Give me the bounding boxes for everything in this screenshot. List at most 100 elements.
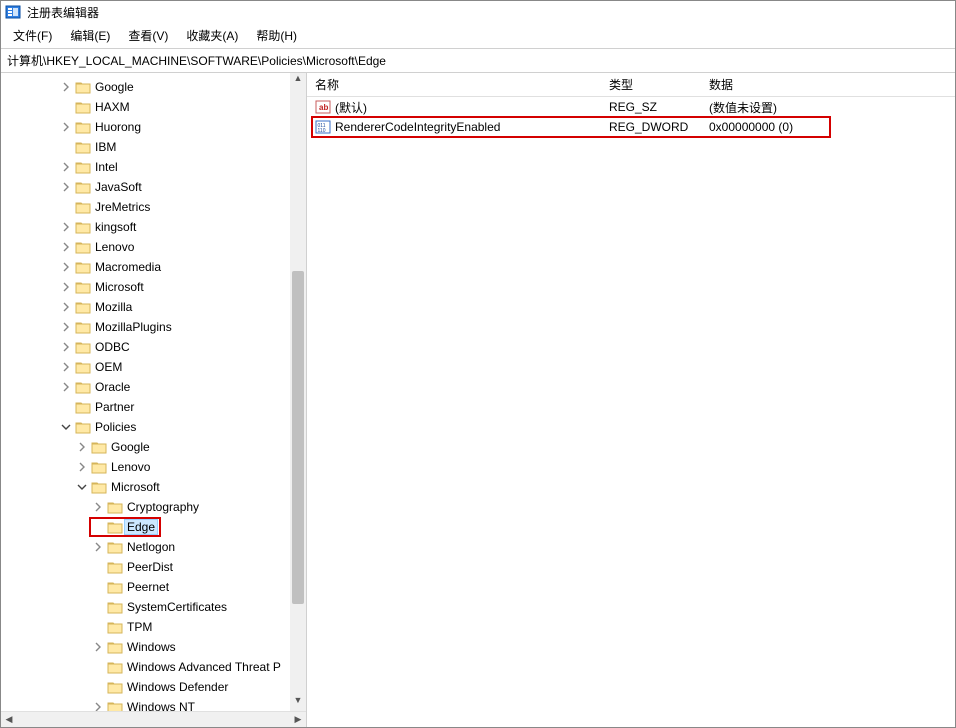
tree-item-label: TPM xyxy=(127,620,152,634)
tree-item[interactable]: Lenovo xyxy=(1,237,306,257)
menu-favorites[interactable]: 收藏夹(A) xyxy=(178,25,246,46)
tree-item[interactable]: MozillaPlugins xyxy=(1,317,306,337)
tree-item-label: Lenovo xyxy=(111,460,150,474)
chevron-right-icon[interactable] xyxy=(59,360,73,374)
tree-item-label: Oracle xyxy=(95,380,130,394)
chevron-right-icon[interactable] xyxy=(75,440,89,454)
tree-item[interactable]: Windows NT xyxy=(1,697,306,711)
tree-item[interactable]: HAXM xyxy=(1,97,306,117)
tree-item[interactable]: SystemCertificates xyxy=(1,597,306,617)
value-name: RendererCodeIntegrityEnabled xyxy=(335,120,500,134)
tree-item[interactable]: IBM xyxy=(1,137,306,157)
chevron-right-icon[interactable] xyxy=(59,320,73,334)
tree-item[interactable]: JavaSoft xyxy=(1,177,306,197)
tree-scroll: Google HAXM Huorong IBMIntelJavaSoftJreMetr… xyxy=(1,73,306,711)
scroll-right-arrow-icon[interactable]: ▶ xyxy=(290,714,306,725)
scroll-track[interactable] xyxy=(290,89,306,695)
tree-item[interactable]: Windows Defender xyxy=(1,677,306,697)
scroll-down-arrow-icon[interactable]: ▼ xyxy=(290,695,306,711)
tree-item-label: Google xyxy=(111,440,150,454)
tree-item-label: Macromedia xyxy=(95,260,161,274)
chevron-right-icon[interactable] xyxy=(75,460,89,474)
tree-item-label: Netlogon xyxy=(127,540,175,554)
chevron-right-icon[interactable] xyxy=(91,500,105,514)
column-header-type[interactable]: 类型 xyxy=(601,76,701,93)
tree-item-label: Google xyxy=(95,80,134,94)
scroll-left-arrow-icon[interactable]: ◀ xyxy=(1,714,17,725)
tree-item-label: Windows xyxy=(127,640,176,654)
value-row[interactable]: ab(默认)REG_SZ(数值未设置) xyxy=(307,97,955,117)
tree-item-label: Windows Advanced Threat P xyxy=(127,660,281,674)
tree-item-label: Huorong xyxy=(95,120,141,134)
chevron-right-icon[interactable] xyxy=(91,540,105,554)
tree-item-label: Mozilla xyxy=(95,300,132,314)
value-data: (数值未设置) xyxy=(701,99,955,116)
chevron-right-icon[interactable] xyxy=(59,180,73,194)
menu-edit[interactable]: 编辑(E) xyxy=(62,25,118,46)
column-header-data[interactable]: 数据 xyxy=(701,76,955,93)
scroll-thumb[interactable] xyxy=(292,271,304,604)
tree-item-label: ODBC xyxy=(95,340,130,354)
tree-item[interactable]: Huorong xyxy=(1,117,306,137)
tree-item[interactable]: Windows xyxy=(1,637,306,657)
scroll-up-arrow-icon[interactable]: ▲ xyxy=(290,73,306,89)
tree-item[interactable]: Cryptography xyxy=(1,497,306,517)
chevron-right-icon[interactable] xyxy=(91,640,105,654)
tree-item[interactable]: Peernet xyxy=(1,577,306,597)
chevron-right-icon[interactable] xyxy=(59,80,73,94)
tree-item[interactable]: Edge xyxy=(1,517,306,537)
chevron-right-icon[interactable] xyxy=(91,700,105,711)
menu-view[interactable]: 查看(V) xyxy=(120,25,176,46)
chevron-right-icon[interactable] xyxy=(59,280,73,294)
chevron-down-icon[interactable] xyxy=(59,420,73,434)
menu-help[interactable]: 帮助(H) xyxy=(248,25,305,46)
tree-item[interactable]: Mozilla xyxy=(1,297,306,317)
title-bar: 注册表编辑器 xyxy=(1,1,955,23)
address-bar[interactable]: 计算机\HKEY_LOCAL_MACHINE\SOFTWARE\Policies… xyxy=(1,48,955,73)
chevron-right-icon[interactable] xyxy=(59,260,73,274)
tree-item[interactable]: JreMetrics xyxy=(1,197,306,217)
tree-item[interactable]: Windows Advanced Threat P xyxy=(1,657,306,677)
chevron-right-icon[interactable] xyxy=(59,300,73,314)
tree-item[interactable]: TPM xyxy=(1,617,306,637)
tree-item[interactable]: Microsoft xyxy=(1,477,306,497)
tree-item[interactable]: Policies xyxy=(1,417,306,437)
tree-item-label: OEM xyxy=(95,360,122,374)
svg-text:110: 110 xyxy=(318,128,326,134)
chevron-right-icon[interactable] xyxy=(59,160,73,174)
tree-horizontal-scrollbar[interactable]: ◀ ▶ xyxy=(1,711,306,727)
value-list-pane: 名称 类型 数据 ab(默认)REG_SZ(数值未设置)011110Render… xyxy=(307,73,955,727)
tree-item[interactable]: Lenovo xyxy=(1,457,306,477)
chevron-right-icon[interactable] xyxy=(59,340,73,354)
value-row[interactable]: 011110RendererCodeIntegrityEnabledREG_DW… xyxy=(307,117,955,137)
tree-item[interactable]: Partner xyxy=(1,397,306,417)
tree-item[interactable]: Macromedia xyxy=(1,257,306,277)
chevron-right-icon[interactable] xyxy=(59,380,73,394)
tree-item[interactable]: Microsoft xyxy=(1,277,306,297)
chevron-right-icon[interactable] xyxy=(59,240,73,254)
tree-item[interactable]: OEM xyxy=(1,357,306,377)
tree-item[interactable]: Intel xyxy=(1,157,306,177)
chevron-right-icon[interactable] xyxy=(59,220,73,234)
tree-item[interactable]: ODBC xyxy=(1,337,306,357)
registry-tree[interactable]: Google HAXM Huorong IBMIntelJavaSoftJreMetr… xyxy=(1,73,306,711)
tree-item-label: Peernet xyxy=(127,580,169,594)
tree-item[interactable]: Google xyxy=(1,437,306,457)
svg-text:ab: ab xyxy=(319,103,328,112)
tree-vertical-scrollbar[interactable]: ▲ ▼ xyxy=(290,73,306,711)
tree-item-label: MozillaPlugins xyxy=(95,320,172,334)
tree-item[interactable]: kingsoft xyxy=(1,217,306,237)
tree-item[interactable]: Netlogon xyxy=(1,537,306,557)
column-header-name[interactable]: 名称 xyxy=(307,76,601,93)
tree-pane: Google HAXM Huorong IBMIntelJavaSoftJreMetr… xyxy=(1,73,307,727)
tree-item[interactable]: PeerDist xyxy=(1,557,306,577)
chevron-down-icon[interactable] xyxy=(75,480,89,494)
tree-item-label: Lenovo xyxy=(95,240,134,254)
value-name: (默认) xyxy=(335,99,367,116)
tree-item[interactable]: Google xyxy=(1,77,306,97)
menu-file[interactable]: 文件(F) xyxy=(5,25,60,46)
tree-item[interactable]: Oracle xyxy=(1,377,306,397)
content-split: Google HAXM Huorong IBMIntelJavaSoftJreMetr… xyxy=(1,73,955,727)
tree-item-label: HAXM xyxy=(95,100,130,114)
chevron-right-icon[interactable] xyxy=(59,120,73,134)
